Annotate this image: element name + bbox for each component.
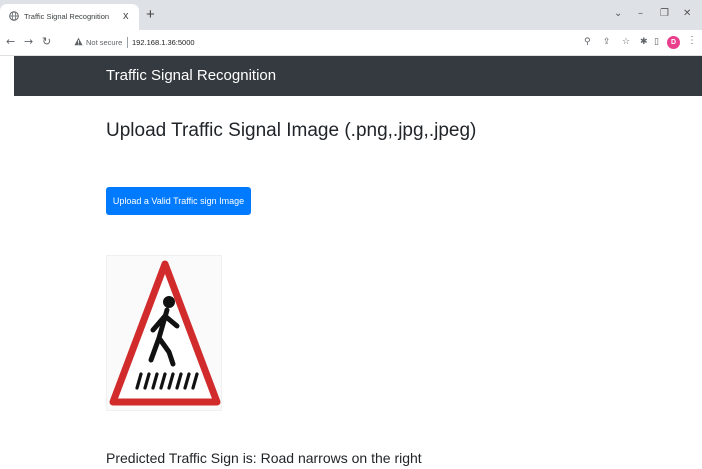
- star-icon[interactable]: ☆: [622, 36, 630, 48]
- extensions-icon[interactable]: ✱: [640, 36, 648, 48]
- new-tab-button[interactable]: +: [146, 7, 155, 22]
- sidebar-icon[interactable]: ▯: [654, 36, 659, 48]
- minimize-icon[interactable]: –: [638, 8, 643, 20]
- app-navbar: Traffic Signal Recognition: [14, 56, 702, 96]
- menu-icon[interactable]: ⋮: [687, 35, 697, 47]
- globe-icon: [9, 11, 19, 21]
- prediction-result: Predicted Traffic Sign is: Road narrows …: [106, 450, 422, 466]
- upload-image-button[interactable]: Upload a Valid Traffic sign Image: [106, 187, 251, 215]
- page-heading: Upload Traffic Signal Image (.png,.jpg,.…: [106, 120, 477, 141]
- uploaded-sign-image: [106, 255, 222, 411]
- zoom-icon[interactable]: ⚲: [584, 36, 591, 48]
- navbar-brand[interactable]: Traffic Signal Recognition: [106, 67, 276, 84]
- url-text[interactable]: 192.168.1.36:5000: [132, 38, 195, 47]
- browser-toolbar: ← → ↻ Not secure 192.168.1.36:5000: [0, 30, 702, 56]
- back-arrow-icon[interactable]: ←: [6, 35, 15, 49]
- reload-icon[interactable]: ↻: [42, 35, 51, 49]
- restore-icon[interactable]: ❐: [660, 8, 669, 20]
- pedestrian-crossing-sign-icon: [109, 260, 221, 406]
- not-secure-label: Not secure: [86, 38, 123, 47]
- forward-arrow-icon[interactable]: →: [24, 35, 33, 49]
- warning-icon: [74, 37, 83, 46]
- profile-avatar[interactable]: D: [667, 36, 680, 49]
- address-bar[interactable]: Not secure 192.168.1.36:5000: [68, 34, 598, 52]
- close-window-icon[interactable]: ✕: [683, 8, 691, 20]
- tab-search-chevron-icon[interactable]: ⌄: [614, 8, 622, 20]
- tab-title: Traffic Signal Recognition: [24, 12, 110, 21]
- browser-tab[interactable]: Traffic Signal Recognition x: [0, 4, 139, 30]
- browser-tab-strip: Traffic Signal Recognition x + ⌄ – ❐ ✕: [0, 0, 702, 30]
- url-separator: [127, 37, 128, 48]
- share-icon[interactable]: ⇪: [603, 36, 611, 48]
- close-tab-icon[interactable]: x: [123, 9, 129, 23]
